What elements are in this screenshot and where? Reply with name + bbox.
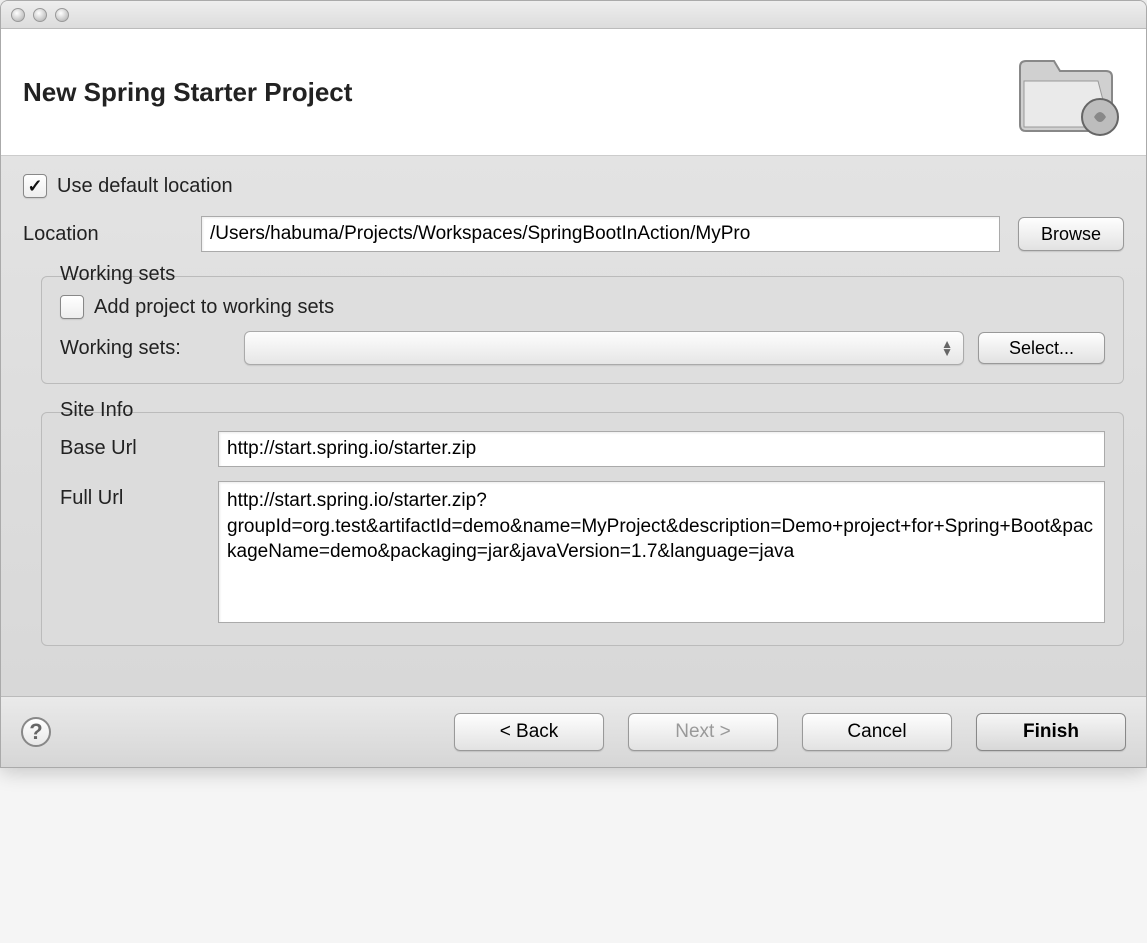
- use-default-location-row: Use default location: [23, 174, 1124, 198]
- base-url-label: Base Url: [60, 431, 200, 460]
- help-icon[interactable]: ?: [21, 717, 51, 747]
- site-info-legend: Site Info: [54, 399, 139, 422]
- base-url-input[interactable]: [218, 431, 1105, 467]
- location-label: Location: [23, 223, 183, 246]
- minimize-icon[interactable]: [33, 8, 47, 22]
- next-button[interactable]: Next >: [628, 713, 778, 751]
- chevron-updown-icon: ▲▼: [941, 340, 953, 356]
- working-sets-dropdown-label: Working sets:: [60, 337, 230, 360]
- full-url-textarea[interactable]: [218, 481, 1105, 623]
- finish-button[interactable]: Finish: [976, 713, 1126, 751]
- location-row: Location Browse: [23, 216, 1124, 252]
- site-info-group: Site Info Base Url Full Url: [41, 412, 1124, 646]
- close-icon[interactable]: [11, 8, 25, 22]
- dialog-title: New Spring Starter Project: [23, 77, 352, 108]
- cancel-button[interactable]: Cancel: [802, 713, 952, 751]
- working-sets-group: Working sets Add project to working sets…: [41, 276, 1124, 384]
- add-to-working-sets-label: Add project to working sets: [94, 296, 334, 319]
- working-sets-dropdown[interactable]: ▲▼: [244, 331, 964, 365]
- use-default-location-label: Use default location: [57, 175, 233, 198]
- working-sets-legend: Working sets: [54, 263, 181, 286]
- back-button[interactable]: < Back: [454, 713, 604, 751]
- dialog-header: New Spring Starter Project: [1, 29, 1146, 156]
- zoom-icon[interactable]: [55, 8, 69, 22]
- project-folder-icon: [1014, 47, 1124, 137]
- location-input[interactable]: [201, 216, 1000, 252]
- select-working-sets-button[interactable]: Select...: [978, 332, 1105, 364]
- add-to-working-sets-checkbox[interactable]: [60, 295, 84, 319]
- full-url-label: Full Url: [60, 481, 200, 510]
- dialog-content: Use default location Location Browse Wor…: [1, 156, 1146, 696]
- browse-button[interactable]: Browse: [1018, 217, 1124, 251]
- dialog-window: New Spring Starter Project Use default l…: [0, 0, 1147, 768]
- window-titlebar: [1, 1, 1146, 29]
- dialog-footer: ? < Back Next > Cancel Finish: [1, 696, 1146, 767]
- use-default-location-checkbox[interactable]: [23, 174, 47, 198]
- footer-buttons: < Back Next > Cancel Finish: [454, 713, 1126, 751]
